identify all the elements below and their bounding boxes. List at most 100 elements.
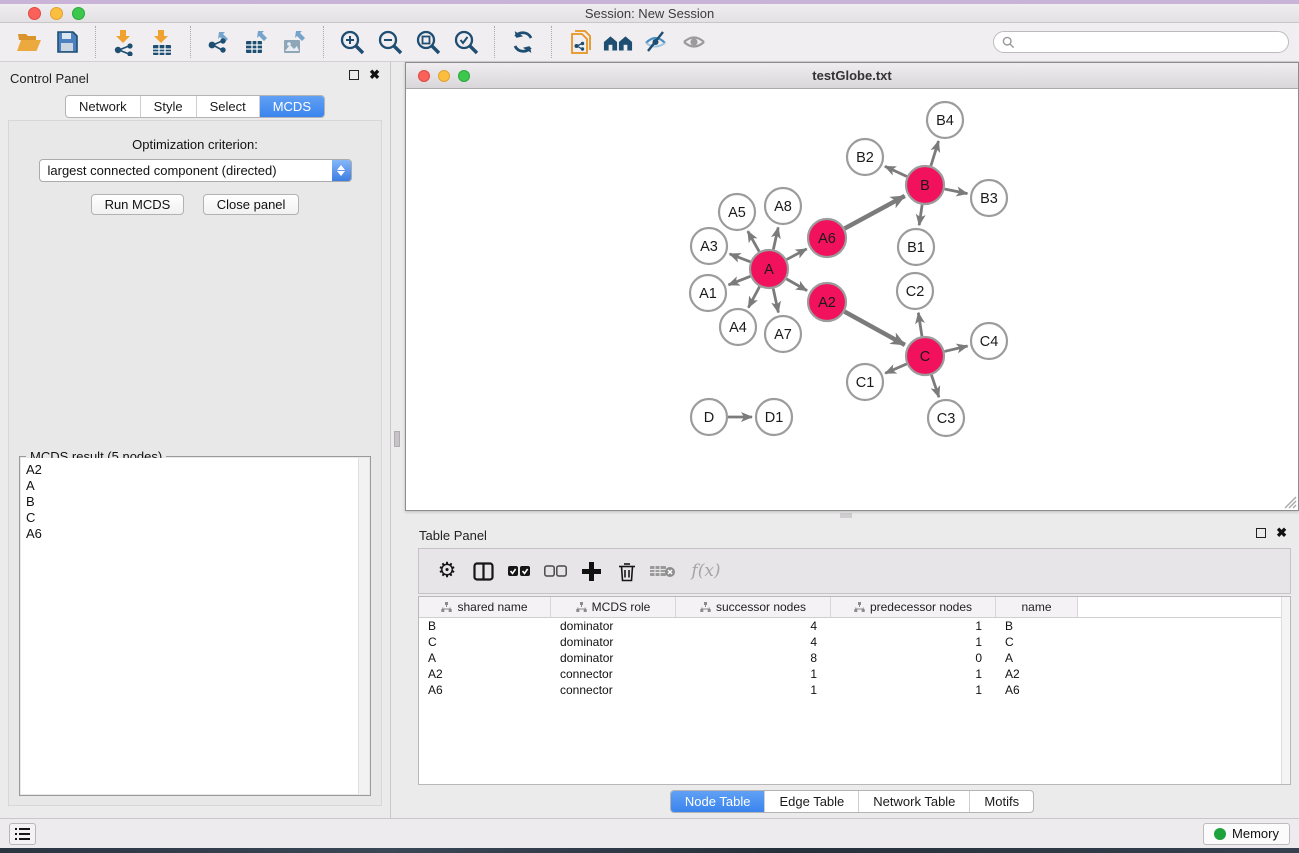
first-neighbors-button[interactable] bbox=[603, 28, 633, 56]
zoom-out-button[interactable] bbox=[375, 28, 405, 56]
table-scrollbar[interactable] bbox=[1281, 597, 1290, 784]
table-cell[interactable]: A2 bbox=[996, 666, 1078, 682]
table-cell[interactable]: 4 bbox=[676, 634, 831, 650]
graph-node-A5[interactable]: A5 bbox=[719, 194, 755, 230]
import-table-button[interactable] bbox=[147, 28, 177, 56]
graph-node-A[interactable]: A bbox=[750, 250, 788, 288]
graph-node-C2[interactable]: C2 bbox=[897, 273, 933, 309]
hide-selected-button[interactable] bbox=[641, 28, 671, 56]
search-input[interactable] bbox=[1015, 34, 1280, 50]
column-header-shared-name[interactable]: shared name bbox=[419, 597, 551, 617]
table-cell[interactable]: 8 bbox=[676, 650, 831, 666]
table-cell[interactable]: B bbox=[419, 618, 551, 634]
graph-edge[interactable] bbox=[728, 276, 750, 285]
graph-edge[interactable] bbox=[919, 205, 922, 225]
resize-grip-icon[interactable] bbox=[1282, 494, 1297, 509]
tab-network-table[interactable]: Network Table bbox=[858, 791, 969, 812]
column-header-MCDS-role[interactable]: MCDS role bbox=[551, 597, 676, 617]
table-settings-button[interactable]: ⚙ bbox=[432, 556, 462, 586]
graph-edge[interactable] bbox=[786, 279, 807, 291]
graph-node-B[interactable]: B bbox=[906, 166, 944, 204]
list-item[interactable]: B bbox=[26, 494, 369, 510]
graph-edge[interactable] bbox=[787, 249, 807, 260]
tab-mcds[interactable]: MCDS bbox=[259, 96, 324, 117]
table-cell[interactable]: A6 bbox=[996, 682, 1078, 698]
graph-node-D[interactable]: D bbox=[691, 399, 727, 435]
add-column-button[interactable] bbox=[576, 556, 606, 586]
table-cell[interactable]: C bbox=[996, 634, 1078, 650]
open-session-button[interactable] bbox=[14, 28, 44, 56]
table-cell[interactable]: 1 bbox=[831, 634, 996, 650]
split-column-button[interactable] bbox=[468, 556, 498, 586]
graph-node-C1[interactable]: C1 bbox=[847, 364, 883, 400]
list-scrollbar[interactable] bbox=[358, 458, 369, 794]
table-row[interactable]: Adominator80A bbox=[419, 650, 1290, 666]
zoom-network-button[interactable] bbox=[458, 70, 470, 82]
graph-node-B4[interactable]: B4 bbox=[927, 102, 963, 138]
graph-node-B1[interactable]: B1 bbox=[898, 229, 934, 265]
save-session-button[interactable] bbox=[52, 28, 82, 56]
zoom-selected-button[interactable] bbox=[451, 28, 481, 56]
graph-edge[interactable] bbox=[944, 346, 967, 351]
graph-edge[interactable] bbox=[918, 313, 922, 336]
graph-edge[interactable] bbox=[773, 289, 778, 313]
table-row[interactable]: A2connector11A2 bbox=[419, 666, 1290, 682]
run-mcds-button[interactable]: Run MCDS bbox=[91, 194, 185, 215]
tab-edge-table[interactable]: Edge Table bbox=[764, 791, 858, 812]
graph-node-C3[interactable]: C3 bbox=[928, 400, 964, 436]
graph-edge[interactable] bbox=[945, 189, 968, 194]
table-row[interactable]: A6connector11A6 bbox=[419, 682, 1290, 698]
graph-edge[interactable] bbox=[845, 196, 905, 229]
table-cell[interactable]: A bbox=[996, 650, 1078, 666]
table-cell[interactable]: A2 bbox=[419, 666, 551, 682]
graph-node-A2[interactable]: A2 bbox=[808, 283, 846, 321]
column-header-predecessor-nodes[interactable]: predecessor nodes bbox=[831, 597, 996, 617]
export-network-button[interactable] bbox=[204, 28, 234, 56]
network-window-titlebar[interactable]: testGlobe.txt bbox=[406, 63, 1298, 89]
optimization-dropdown[interactable]: largest connected component (directed) bbox=[39, 159, 352, 182]
graph-edge[interactable] bbox=[773, 227, 778, 249]
list-item[interactable]: A6 bbox=[26, 526, 369, 542]
table-cell[interactable]: C bbox=[419, 634, 551, 650]
delete-table-button[interactable] bbox=[648, 556, 678, 586]
tab-node-table[interactable]: Node Table bbox=[671, 791, 765, 812]
table-cell[interactable]: dominator bbox=[551, 618, 676, 634]
column-header-successor-nodes[interactable]: successor nodes bbox=[676, 597, 831, 617]
graph-node-C4[interactable]: C4 bbox=[971, 323, 1007, 359]
graph-edge[interactable] bbox=[885, 166, 907, 176]
graph-edge[interactable] bbox=[730, 254, 751, 262]
graph-node-B2[interactable]: B2 bbox=[847, 139, 883, 175]
graph-edge[interactable] bbox=[748, 287, 759, 308]
float-table-panel-icon[interactable] bbox=[1256, 528, 1266, 538]
graph-node-A3[interactable]: A3 bbox=[691, 228, 727, 264]
node-table[interactable]: shared nameMCDS rolesuccessor nodesprede… bbox=[418, 596, 1291, 785]
tab-network[interactable]: Network bbox=[66, 96, 140, 117]
graph-edge[interactable] bbox=[931, 375, 939, 397]
zoom-in-button[interactable] bbox=[337, 28, 367, 56]
select-all-columns-button[interactable] bbox=[504, 556, 534, 586]
graph-edge[interactable] bbox=[748, 231, 759, 251]
import-network-button[interactable] bbox=[109, 28, 139, 56]
graph-node-A7[interactable]: A7 bbox=[765, 316, 801, 352]
split-pane-handle[interactable] bbox=[840, 513, 852, 518]
table-cell[interactable]: 1 bbox=[831, 682, 996, 698]
graph-node-A1[interactable]: A1 bbox=[690, 275, 726, 311]
search-field[interactable] bbox=[993, 31, 1289, 53]
zoom-window-button[interactable] bbox=[72, 7, 85, 20]
network-graph[interactable]: B4B2BB3A8A5A6A3B1AC2A1A2A4A7C4CC1C3DD1 bbox=[406, 89, 1298, 510]
function-builder-button[interactable]: f(x) bbox=[684, 556, 728, 586]
float-panel-icon[interactable] bbox=[349, 70, 359, 80]
table-cell[interactable]: A bbox=[419, 650, 551, 666]
graph-edge[interactable] bbox=[885, 364, 906, 373]
table-cell[interactable]: 0 bbox=[831, 650, 996, 666]
list-item[interactable]: A bbox=[26, 478, 369, 494]
table-cell[interactable]: A6 bbox=[419, 682, 551, 698]
show-all-button[interactable] bbox=[679, 28, 709, 56]
mcds-result-list[interactable]: A2ABCA6 bbox=[21, 458, 369, 794]
export-table-button[interactable] bbox=[242, 28, 272, 56]
minimize-window-button[interactable] bbox=[50, 7, 63, 20]
table-row[interactable]: Cdominator41C bbox=[419, 634, 1290, 650]
new-network-from-selection-button[interactable] bbox=[565, 28, 595, 56]
table-cell[interactable]: connector bbox=[551, 666, 676, 682]
table-cell[interactable]: 1 bbox=[676, 682, 831, 698]
